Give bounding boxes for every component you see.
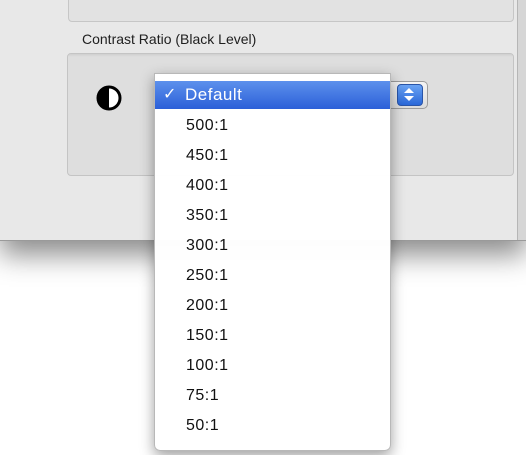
menu-item-label: 50:1	[186, 417, 220, 434]
menu-item-label: 300:1	[186, 237, 229, 254]
menu-item-label: 450:1	[186, 147, 229, 164]
menu-item-50-1[interactable]: 50:1	[155, 411, 390, 441]
upper-group-box	[68, 0, 514, 22]
stepper-up-arrow-icon	[404, 88, 414, 93]
menu-item-label: 150:1	[186, 327, 229, 344]
contrast-ratio-menu: ✓ Default 500:1 450:1 400:1 350:1 300:1 …	[154, 73, 391, 451]
menu-item-label: 500:1	[186, 117, 229, 134]
menu-item-150-1[interactable]: 150:1	[155, 321, 390, 351]
menu-item-400-1[interactable]: 400:1	[155, 171, 390, 201]
stepper-down-arrow-icon	[404, 96, 414, 101]
menu-item-250-1[interactable]: 250:1	[155, 261, 390, 291]
contrast-icon	[96, 85, 122, 111]
menu-item-label: 75:1	[186, 387, 220, 404]
menu-item-default[interactable]: ✓ Default	[155, 81, 390, 109]
menu-item-label: 250:1	[186, 267, 229, 284]
menu-item-label: 350:1	[186, 207, 229, 224]
menu-item-100-1[interactable]: 100:1	[155, 351, 390, 381]
menu-item-350-1[interactable]: 350:1	[155, 201, 390, 231]
menu-item-label: 100:1	[186, 357, 229, 374]
menu-item-75-1[interactable]: 75:1	[155, 381, 390, 411]
checkmark-icon: ✓	[163, 86, 177, 103]
menu-item-label: 200:1	[186, 297, 229, 314]
popup-stepper-icon[interactable]	[397, 84, 423, 106]
menu-item-500-1[interactable]: 500:1	[155, 111, 390, 141]
section-title: Contrast Ratio (Black Level)	[82, 31, 257, 47]
menu-item-label: Default	[185, 85, 243, 104]
menu-item-200-1[interactable]: 200:1	[155, 291, 390, 321]
menu-item-label: 400:1	[186, 177, 229, 194]
window-right-edge	[517, 0, 526, 240]
menu-item-300-1[interactable]: 300:1	[155, 231, 390, 261]
menu-item-450-1[interactable]: 450:1	[155, 141, 390, 171]
